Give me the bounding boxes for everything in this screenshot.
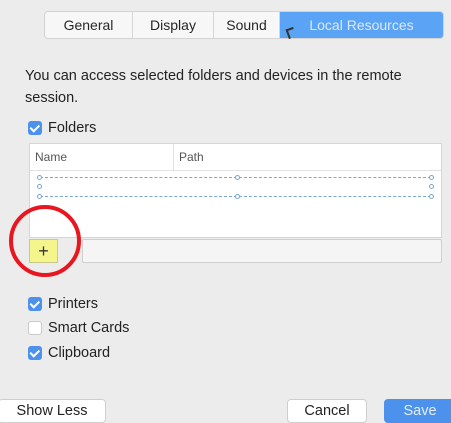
drag-handle-icon — [37, 194, 42, 199]
folders-checkbox[interactable] — [28, 121, 42, 135]
printers-checkbox[interactable] — [28, 297, 42, 311]
drag-handle-icon — [429, 194, 434, 199]
add-folder-button[interactable]: + — [29, 239, 58, 263]
drag-handle-icon — [429, 184, 434, 189]
printers-label: Printers — [48, 296, 98, 312]
folders-table: Name Path — [29, 143, 442, 238]
checkmark-icon — [28, 121, 40, 133]
drag-handle-icon — [37, 184, 42, 189]
clipboard-label: Clipboard — [48, 345, 111, 361]
folders-label: Folders — [48, 120, 97, 136]
tab-sound[interactable]: Sound — [214, 12, 280, 38]
clipboard-checkbox[interactable] — [28, 346, 42, 360]
drag-handle-icon — [235, 194, 240, 199]
save-button[interactable]: Save — [384, 399, 451, 423]
checkmark-icon — [28, 346, 40, 358]
folders-checkbox-row[interactable]: Folders — [28, 120, 96, 136]
smart-cards-checkbox-row[interactable]: Smart Cards — [28, 320, 129, 336]
drop-target-row[interactable] — [37, 175, 434, 199]
drag-handle-icon — [37, 175, 42, 180]
column-header-path[interactable]: Path — [174, 150, 204, 164]
column-header-name[interactable]: Name — [30, 144, 174, 170]
table-footer-bar — [82, 239, 442, 263]
folders-table-footer: + — [29, 239, 442, 263]
drag-handle-icon — [429, 175, 434, 180]
tab-bar: General Display Sound Local Resources — [44, 11, 444, 39]
show-less-button[interactable]: Show Less — [0, 399, 106, 423]
smart-cards-checkbox[interactable] — [28, 321, 42, 335]
cancel-button[interactable]: Cancel — [287, 399, 367, 423]
clipboard-checkbox-row[interactable]: Clipboard — [28, 345, 110, 361]
description-text: You can access selected folders and devi… — [25, 68, 402, 106]
tab-general[interactable]: General — [45, 12, 133, 38]
tab-display[interactable]: Display — [133, 12, 214, 38]
checkmark-icon — [28, 297, 40, 309]
drag-handle-icon — [235, 175, 240, 180]
smart-cards-label: Smart Cards — [48, 320, 130, 336]
printers-checkbox-row[interactable]: Printers — [28, 296, 98, 312]
tab-local-resources[interactable]: Local Resources — [280, 12, 443, 38]
table-header: Name Path — [30, 144, 441, 171]
